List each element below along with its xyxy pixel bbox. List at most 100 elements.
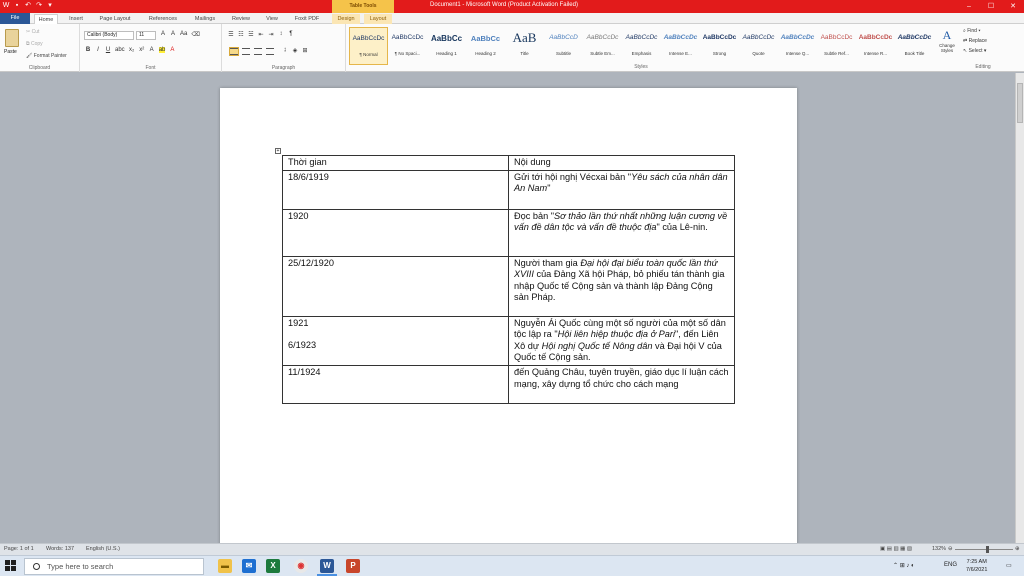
content-table[interactable]: Thời gian Nội dung 18/6/1919 Gửi tới hội…: [282, 155, 735, 404]
content-cell[interactable]: Người tham gia Đại hội đại biểu toàn quố…: [508, 255, 735, 317]
numbering-icon[interactable]: ☷: [238, 31, 244, 38]
excel-icon[interactable]: X: [266, 559, 280, 573]
font-color-icon[interactable]: A: [169, 47, 175, 53]
vertical-scrollbar[interactable]: [1015, 73, 1024, 543]
style-intense-reference[interactable]: AaBbCcDc Intense R...: [856, 27, 895, 65]
style-strong[interactable]: AaBbCcDc Strong: [700, 27, 739, 65]
tab-insert[interactable]: Insert: [62, 14, 90, 24]
font-size-select[interactable]: 11: [136, 31, 156, 40]
notification-icon[interactable]: ▭: [1006, 562, 1012, 569]
date-cell[interactable]: 1920: [282, 208, 509, 257]
underline-icon[interactable]: U: [105, 47, 111, 53]
header-cell-content[interactable]: Nội dung: [508, 155, 735, 171]
save-icon[interactable]: ▪: [13, 2, 21, 10]
font-name-select[interactable]: Calibri (Body): [84, 31, 134, 40]
chrome-icon[interactable]: ◉: [294, 559, 308, 573]
copy-button[interactable]: ⧉ Copy: [26, 41, 43, 47]
superscript-icon[interactable]: x²: [139, 47, 145, 53]
zoom-slider[interactable]: [955, 549, 1013, 550]
text-effects-icon[interactable]: A: [149, 47, 155, 53]
zoom-out-icon[interactable]: ⊖: [948, 546, 953, 552]
borders-icon[interactable]: ⊞: [302, 47, 308, 54]
content-cell[interactable]: đến Quảng Châu, tuyên truyền, giáo dục l…: [508, 364, 735, 404]
language-indicator[interactable]: English (U.S.): [86, 546, 120, 552]
style-subtle-emphasis[interactable]: AaBbCcDc Subtle Em...: [583, 27, 622, 65]
style-subtle-reference[interactable]: AaBbCcDc Subtle Ref...: [817, 27, 856, 65]
view-buttons[interactable]: ▣ ▤ ▥ ▦ ▧: [880, 546, 912, 552]
tab-mailings[interactable]: Mailings: [188, 14, 222, 24]
date-cell[interactable]: 11/1924: [282, 364, 509, 404]
style-no-spacing[interactable]: AaBbCcDc ¶ No Spaci...: [388, 27, 427, 65]
bullets-icon[interactable]: ☰: [228, 31, 234, 38]
page-count[interactable]: Page: 1 of 1: [4, 546, 34, 552]
show-marks-icon[interactable]: ¶: [288, 31, 294, 38]
file-explorer-icon[interactable]: ▬: [218, 559, 232, 573]
shrink-font-icon[interactable]: A: [170, 31, 176, 38]
date-cell[interactable]: 25/12/1920: [282, 255, 509, 317]
bold-icon[interactable]: B: [85, 47, 91, 53]
style-quote[interactable]: AaBbCcDc Quote: [739, 27, 778, 65]
subscript-icon[interactable]: x₂: [129, 47, 135, 53]
taskbar-search-box[interactable]: Type here to search: [24, 558, 204, 575]
decrease-indent-icon[interactable]: ⇤: [258, 31, 264, 38]
increase-indent-icon[interactable]: ⇥: [268, 31, 274, 38]
close-icon[interactable]: ✕: [1002, 0, 1024, 13]
style-book-title[interactable]: AaBbCcDc Book Title: [895, 27, 934, 65]
redo-icon[interactable]: ↷: [35, 2, 43, 10]
tab-review[interactable]: Review: [226, 14, 256, 24]
tab-page-layout[interactable]: Page Layout: [94, 14, 136, 24]
tab-foxit-pdf[interactable]: Foxit PDF: [288, 14, 326, 24]
word-icon[interactable]: W: [317, 559, 337, 576]
cut-button[interactable]: ✂ Cut: [26, 29, 39, 35]
tab-view[interactable]: View: [260, 14, 284, 24]
change-case-icon[interactable]: Aa: [180, 31, 187, 38]
zoom-level[interactable]: 132%: [932, 546, 946, 552]
input-language[interactable]: ENG: [944, 562, 957, 568]
clear-format-icon[interactable]: ⌫: [191, 31, 199, 38]
style-title[interactable]: AaB Title: [505, 27, 544, 65]
italic-icon[interactable]: I: [95, 47, 101, 53]
shading-icon[interactable]: ◈: [292, 47, 298, 54]
align-right-icon[interactable]: [254, 48, 262, 55]
system-clock[interactable]: 7:25 AM 7/6/2021: [966, 558, 987, 574]
content-cell[interactable]: Nguyễn Ái Quốc cùng một số người của một…: [508, 315, 735, 366]
align-center-icon[interactable]: [242, 48, 250, 55]
tab-home[interactable]: Home: [34, 14, 58, 24]
multilevel-list-icon[interactable]: ☱: [248, 31, 254, 38]
style-emphasis[interactable]: AaBbCcDc Emphasis: [622, 27, 661, 65]
zoom-slider-knob[interactable]: [986, 546, 989, 553]
justify-icon[interactable]: [266, 48, 274, 55]
header-cell-time[interactable]: Thời gian: [282, 155, 509, 171]
style-normal[interactable]: AaBbCcDc ¶ Normal: [349, 27, 388, 65]
style-heading-2[interactable]: AaBbCc Heading 2: [466, 27, 505, 65]
minimize-icon[interactable]: –: [958, 0, 980, 13]
sort-icon[interactable]: ↕: [278, 31, 284, 38]
style-heading-1[interactable]: AaBbCc Heading 1: [427, 27, 466, 65]
scroll-thumb[interactable]: [1017, 83, 1023, 123]
windows-start-icon[interactable]: [5, 560, 17, 572]
customize-qat-icon[interactable]: ▾: [46, 2, 54, 10]
change-styles-button[interactable]: A Change Styles: [933, 28, 961, 53]
grow-font-icon[interactable]: A: [160, 31, 166, 38]
table-move-handle-icon[interactable]: +: [275, 148, 281, 154]
date-cell[interactable]: 18/6/1919: [282, 169, 509, 210]
tray-icons[interactable]: ⌃ ⊞ ♪ ◐: [893, 562, 915, 569]
word-count[interactable]: Words: 137: [46, 546, 74, 552]
replace-button[interactable]: ⇄ Replace: [963, 38, 987, 44]
powerpoint-icon[interactable]: P: [346, 559, 360, 573]
format-painter-button[interactable]: 🖌 Format Painter: [26, 53, 67, 59]
tab-design[interactable]: Design: [332, 14, 360, 24]
content-cell[interactable]: Gửi tới hội nghị Vécxai bản "Yêu sách củ…: [508, 169, 735, 210]
zoom-in-icon[interactable]: ⊕: [1015, 546, 1020, 552]
find-button[interactable]: ⌕ Find ▾: [963, 28, 987, 34]
tab-file[interactable]: File: [0, 13, 30, 24]
paste-icon[interactable]: [5, 29, 19, 47]
highlight-icon[interactable]: ab: [158, 47, 166, 53]
date-cell[interactable]: 1921 6/1923: [282, 315, 509, 366]
line-spacing-icon[interactable]: ↨: [282, 47, 288, 54]
paste-button[interactable]: Paste: [4, 49, 17, 55]
style-intense-emphasis[interactable]: AaBbCcDc Intense E...: [661, 27, 700, 65]
select-button[interactable]: ↖ Select ▾: [963, 48, 987, 54]
tab-references[interactable]: References: [142, 14, 184, 24]
strikethrough-icon[interactable]: abc: [115, 47, 125, 53]
